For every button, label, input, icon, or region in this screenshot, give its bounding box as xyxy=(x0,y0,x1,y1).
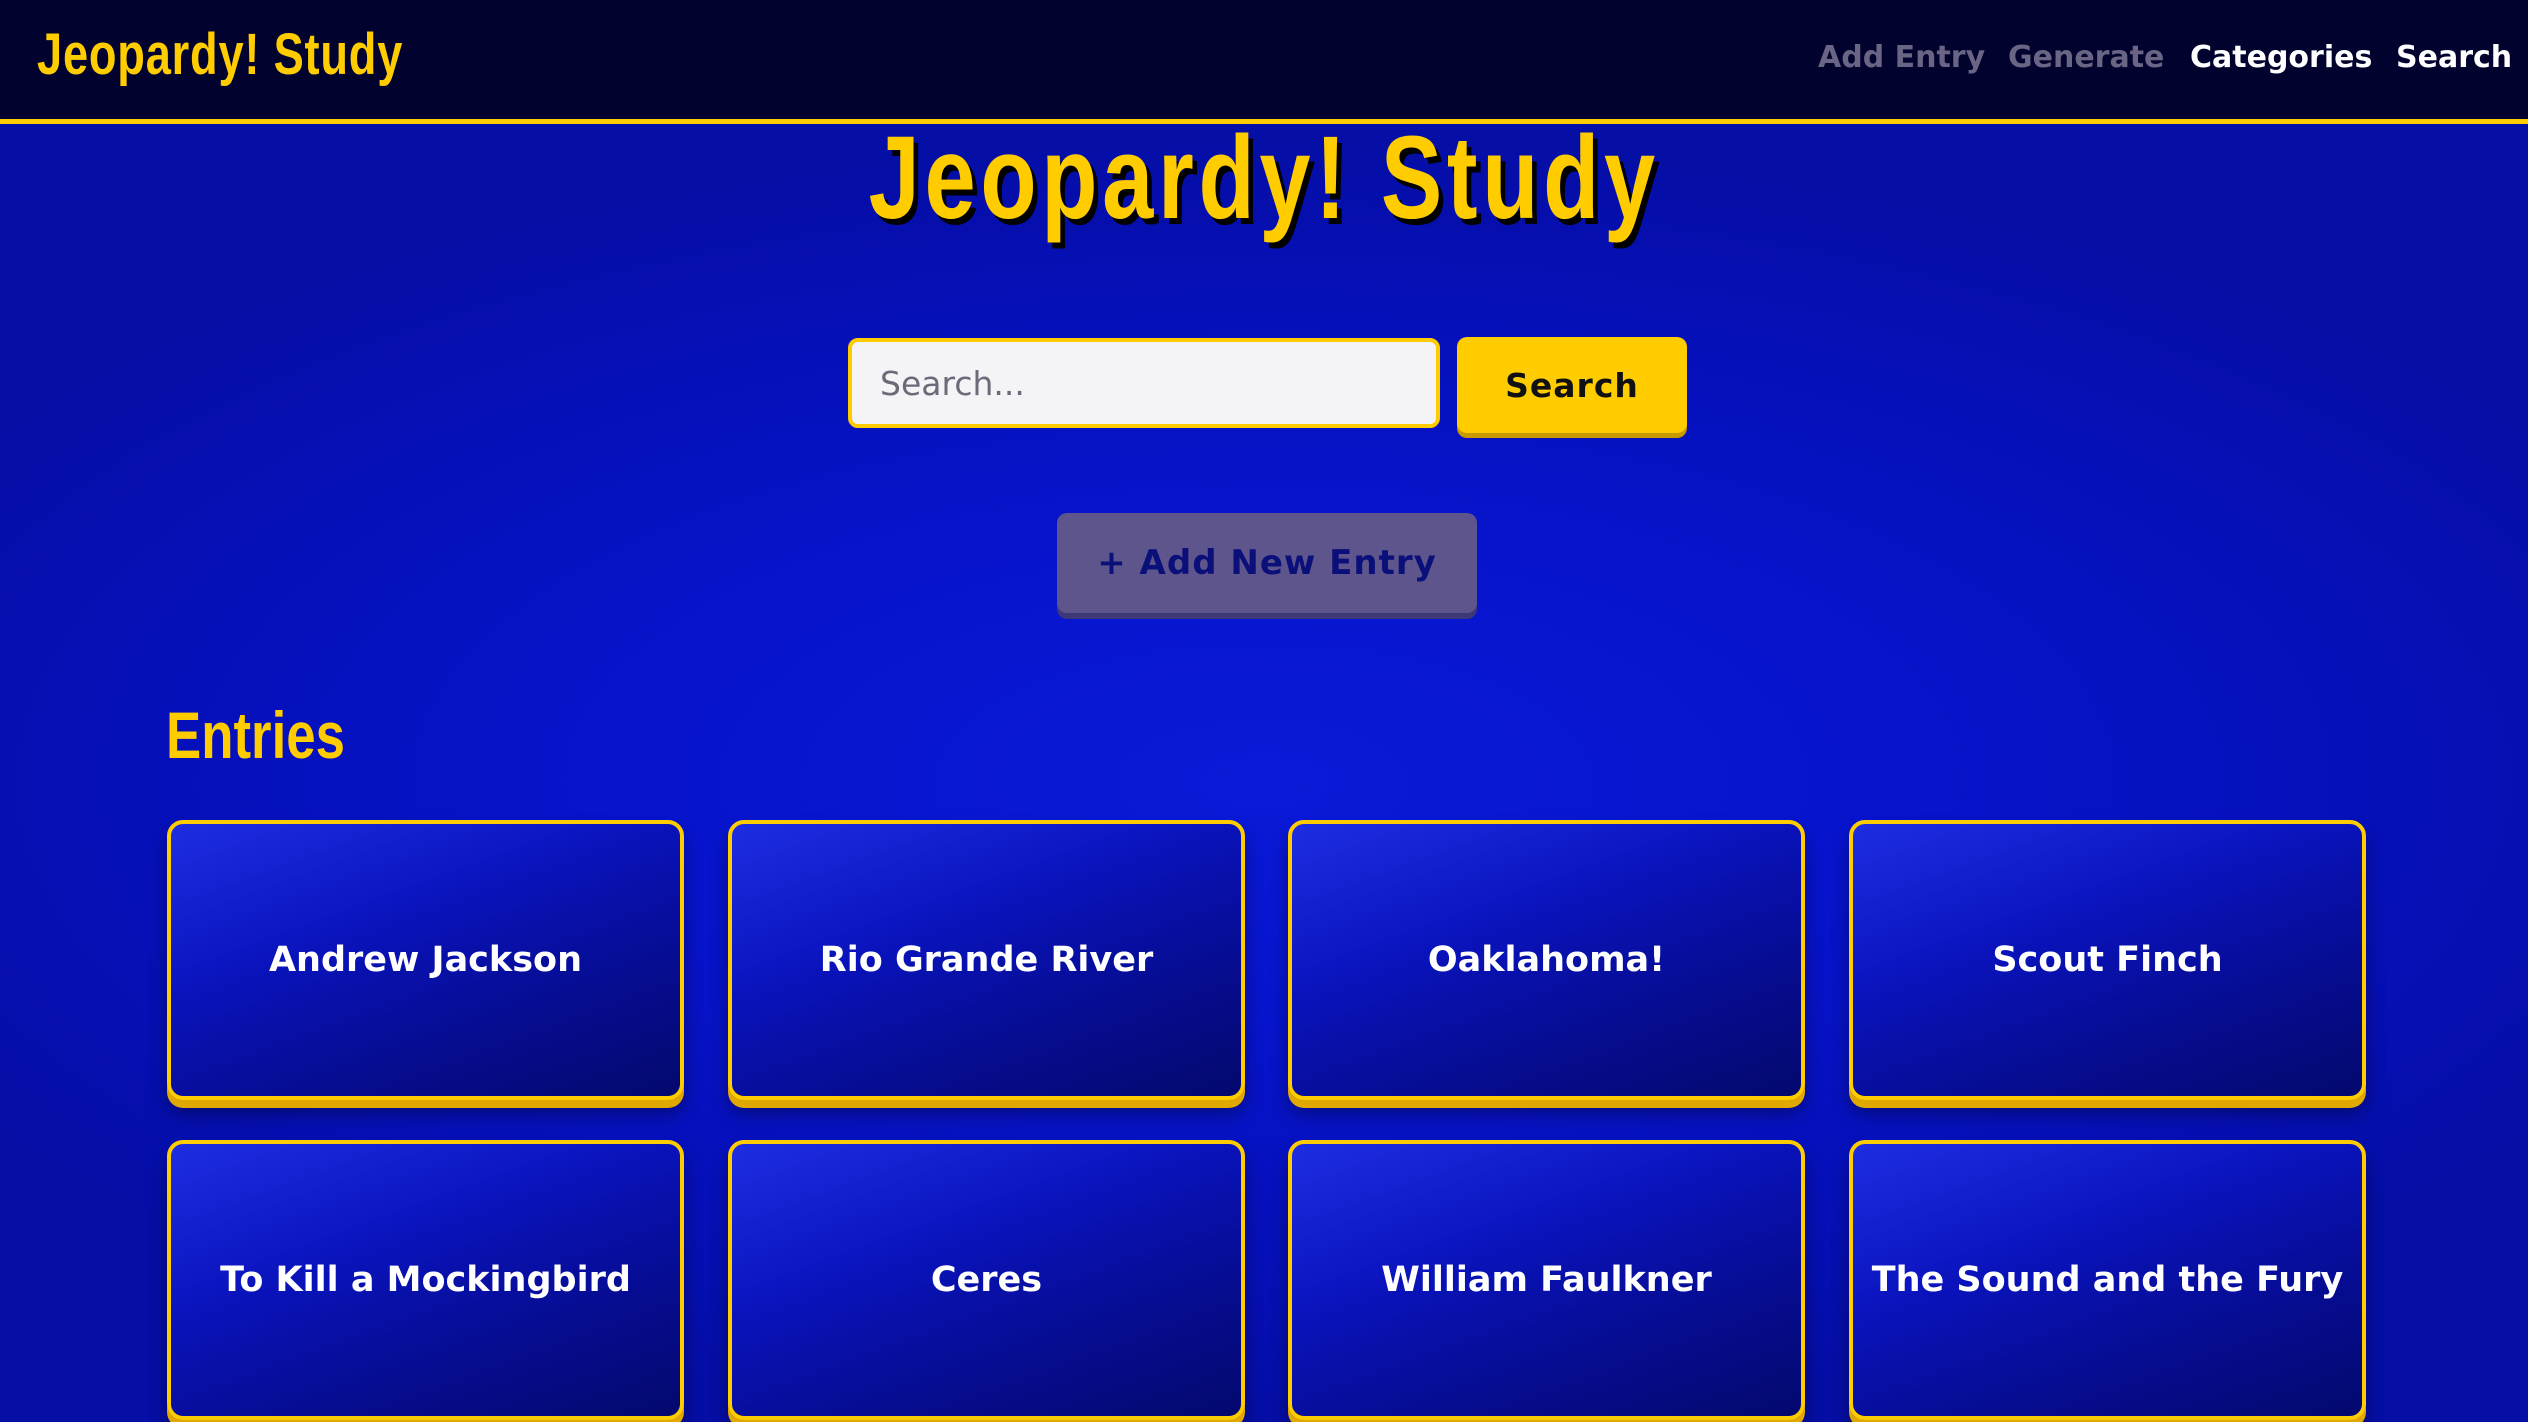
nav-link-categories[interactable]: Categories xyxy=(2190,36,2372,80)
entry-card[interactable]: Ceres xyxy=(728,1140,1245,1420)
page-title: Jeopardy! Study xyxy=(0,108,2528,248)
entry-card[interactable]: Scout Finch xyxy=(1849,820,2366,1100)
entry-card[interactable]: The Sound and the Fury xyxy=(1849,1140,2366,1420)
entry-card-label: William Faulkner xyxy=(1381,1260,1712,1300)
brand-logo[interactable]: Jeopardy! Study xyxy=(37,20,403,90)
entry-card-label: Oaklahoma! xyxy=(1427,940,1666,980)
entry-card[interactable]: William Faulkner xyxy=(1288,1140,1805,1420)
add-new-entry-button[interactable]: + Add New Entry xyxy=(1057,513,1477,613)
nav-link-add-entry[interactable]: Add Entry xyxy=(1818,36,1985,80)
entry-card[interactable]: Andrew Jackson xyxy=(167,820,684,1100)
entries-heading: Entries xyxy=(166,698,345,772)
entry-card[interactable]: Oaklahoma! xyxy=(1288,820,1805,1100)
entry-card-label: The Sound and the Fury xyxy=(1871,1260,2344,1300)
page-title-text: Jeopardy! Study xyxy=(868,112,1660,244)
entry-card-label: Scout Finch xyxy=(1992,940,2223,980)
entry-card[interactable]: Rio Grande River xyxy=(728,820,1245,1100)
search-button[interactable]: Search xyxy=(1457,337,1687,433)
entry-card-label: Rio Grande River xyxy=(819,940,1154,980)
entry-card-label: To Kill a Mockingbird xyxy=(220,1260,631,1300)
top-navbar: Jeopardy! Study Add Entry Generate Categ… xyxy=(0,0,2528,124)
nav-link-search[interactable]: Search xyxy=(2396,36,2512,80)
entry-card-label: Ceres xyxy=(930,1260,1043,1300)
entry-card[interactable]: To Kill a Mockingbird xyxy=(167,1140,684,1420)
nav-link-generate[interactable]: Generate xyxy=(2008,36,2164,80)
entry-card-label: Andrew Jackson xyxy=(268,940,583,980)
search-input[interactable] xyxy=(848,338,1440,428)
